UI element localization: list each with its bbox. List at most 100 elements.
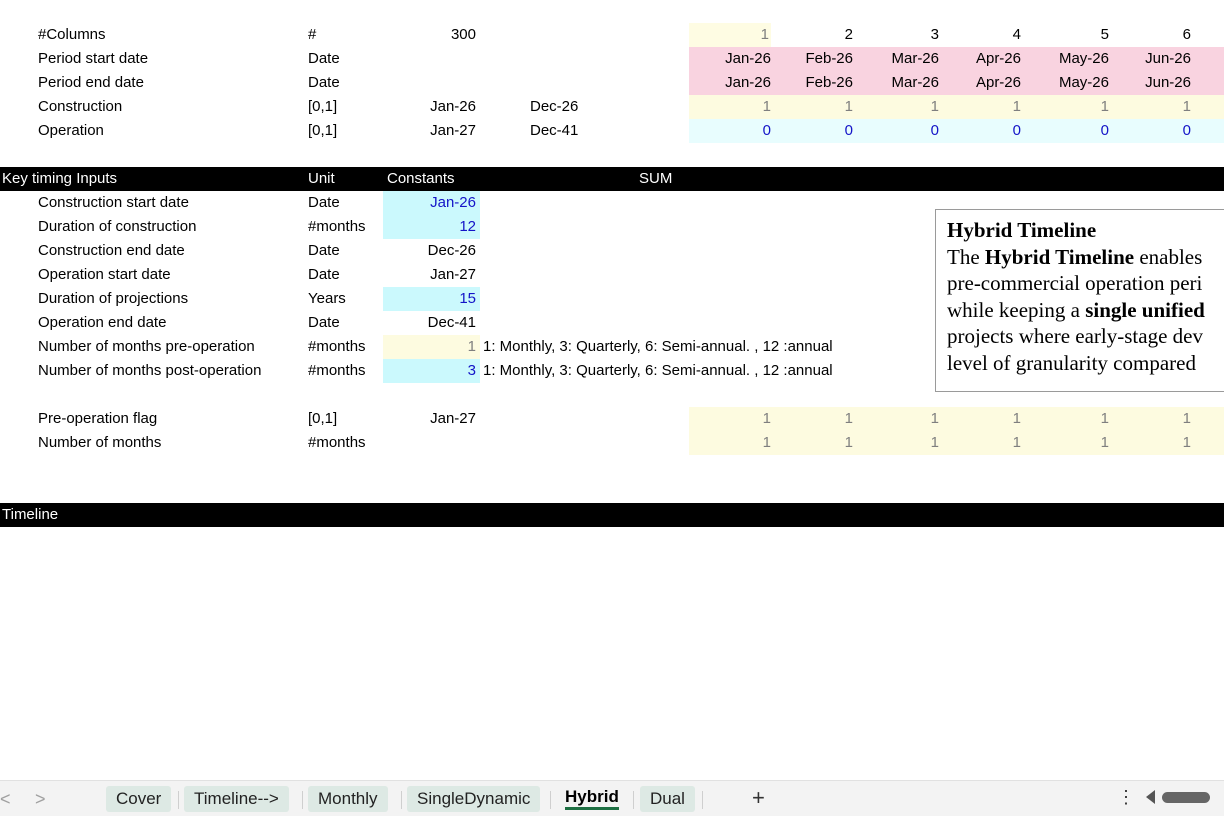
input-unit[interactable]: Date [308,239,340,263]
flag-cell[interactable]: 0 [939,119,1021,143]
flag-cell[interactable]: 1 [939,431,1021,455]
date-cell[interactable]: Jan-26 [689,71,771,95]
constants-header[interactable]: Constants [387,167,455,191]
column-number-cell[interactable]: 4 [939,23,1021,47]
date-cell[interactable]: Jan-26 [689,47,771,71]
row-unit[interactable]: # [308,23,316,47]
date-cell[interactable]: Feb-26 [771,47,853,71]
flag-cell[interactable]: 1 [689,407,771,431]
input-note[interactable]: 1: Monthly, 3: Quarterly, 6: Semi-annual… [483,359,833,383]
sheet-tab-hybrid[interactable]: Hybrid [555,784,629,810]
worksheet-grid[interactable]: #Columns # 300 1 2 3 4 5 6 Period start … [0,0,1224,780]
flag-cell[interactable]: 1 [689,95,771,119]
more-options-icon[interactable]: ⋮ [1117,787,1135,808]
input-label[interactable]: Construction start date [38,191,189,215]
input-label[interactable]: Construction end date [38,239,185,263]
flag-cell[interactable]: 1 [939,95,1021,119]
row-label[interactable]: Construction [38,95,122,119]
date-cell[interactable]: Apr-26 [939,47,1021,71]
add-sheet-button[interactable]: + [752,785,765,811]
input-value-cell[interactable]: 12 [383,215,480,239]
input-label[interactable]: Duration of construction [38,215,196,239]
flag-cell[interactable]: 1 [853,431,939,455]
flag-cell[interactable]: 1 [1021,407,1109,431]
flag-cell[interactable]: 0 [1021,119,1109,143]
flag-cell[interactable]: 1 [853,95,939,119]
date-cell[interactable]: May-26 [1021,47,1109,71]
flag-cell[interactable]: 1 [853,407,939,431]
input-unit[interactable]: Years [308,287,346,311]
row-end[interactable]: Dec-41 [530,119,578,143]
date-cell[interactable]: Apr-26 [939,71,1021,95]
prev-sheet-icon[interactable]: < [0,789,11,810]
flag-cell[interactable]: 1 [1109,407,1191,431]
flag-cell[interactable]: 0 [771,119,853,143]
calc-value-cell[interactable]: Dec-41 [383,311,476,335]
hybrid-timeline-textbox[interactable]: Hybrid Timeline The Hybrid Timeline enab… [935,209,1224,392]
row-unit[interactable]: Date [308,47,340,71]
section-title[interactable]: Timeline [2,503,58,527]
row-unit[interactable]: [0,1] [308,407,337,431]
row-unit[interactable]: [0,1] [308,95,337,119]
flag-cell[interactable]: 1 [1109,431,1191,455]
input-note[interactable]: 1: Monthly, 3: Quarterly, 6: Semi-annual… [483,335,833,359]
flag-cell[interactable]: 1 [771,431,853,455]
row-unit[interactable]: #months [308,431,366,455]
sheet-tab-timeline[interactable]: Timeline--> [184,786,289,812]
input-unit[interactable]: Date [308,311,340,335]
input-value-cell[interactable]: 15 [383,287,480,311]
row-label[interactable]: Operation [38,119,104,143]
flag-cell[interactable]: 1 [771,95,853,119]
row-label[interactable]: Pre-operation flag [38,407,157,431]
scroll-left-icon[interactable] [1146,790,1155,804]
row-unit[interactable]: [0,1] [308,119,337,143]
input-value-cell[interactable]: Jan-26 [383,191,480,215]
input-unit[interactable]: Date [308,191,340,215]
sheet-tab-dual[interactable]: Dual [640,786,695,812]
row-unit[interactable]: Date [308,71,340,95]
flag-cell[interactable]: 0 [853,119,939,143]
flag-cell[interactable]: 1 [1021,431,1109,455]
flag-cell[interactable]: 1 [1021,95,1109,119]
row-label[interactable]: #Columns [38,23,106,47]
date-cell[interactable]: Jun-26 [1109,71,1191,95]
input-label[interactable]: Number of months post-operation [38,359,261,383]
input-label[interactable]: Duration of projections [38,287,188,311]
column-number-cell[interactable]: 2 [771,23,853,47]
row-end[interactable]: Dec-26 [530,95,578,119]
row-label[interactable]: Period end date [38,71,144,95]
column-number-cell[interactable]: 3 [853,23,939,47]
sheet-tab-monthly[interactable]: Monthly [308,786,388,812]
input-unit[interactable]: #months [308,335,366,359]
input-value-cell[interactable]: 3 [383,359,480,383]
row-constant[interactable]: 300 [383,23,476,47]
column-number-cell[interactable]: 6 [1109,23,1191,47]
row-start[interactable]: Jan-27 [383,119,476,143]
row-label[interactable]: Number of months [38,431,161,455]
unit-header[interactable]: Unit [308,167,335,191]
sum-header[interactable]: SUM [639,167,672,191]
input-unit[interactable]: #months [308,215,366,239]
next-sheet-icon[interactable]: > [35,789,46,810]
date-cell[interactable]: Mar-26 [853,47,939,71]
date-cell[interactable]: Jun-26 [1109,47,1191,71]
input-unit[interactable]: #months [308,359,366,383]
input-unit[interactable]: Date [308,263,340,287]
column-number-cell[interactable]: 1 [689,23,771,47]
calc-value-cell[interactable]: Jan-27 [383,263,476,287]
input-label[interactable]: Operation end date [38,311,166,335]
row-label[interactable]: Period start date [38,47,148,71]
input-label[interactable]: Operation start date [38,263,171,287]
section-title[interactable]: Key timing Inputs [2,167,117,191]
flag-cell[interactable]: 1 [939,407,1021,431]
sheet-tab-cover[interactable]: Cover [106,786,172,812]
calc-value-cell[interactable]: Dec-26 [383,239,476,263]
row-constant[interactable]: Jan-27 [383,407,476,431]
input-value-cell[interactable]: 1 [383,335,480,359]
flag-cell[interactable]: 0 [1109,119,1191,143]
flag-cell[interactable]: 1 [689,431,771,455]
sheet-tab-singledynamic[interactable]: SingleDynamic [407,786,541,812]
input-label[interactable]: Number of months pre-operation [38,335,255,359]
row-start[interactable]: Jan-26 [383,95,476,119]
date-cell[interactable]: Mar-26 [853,71,939,95]
